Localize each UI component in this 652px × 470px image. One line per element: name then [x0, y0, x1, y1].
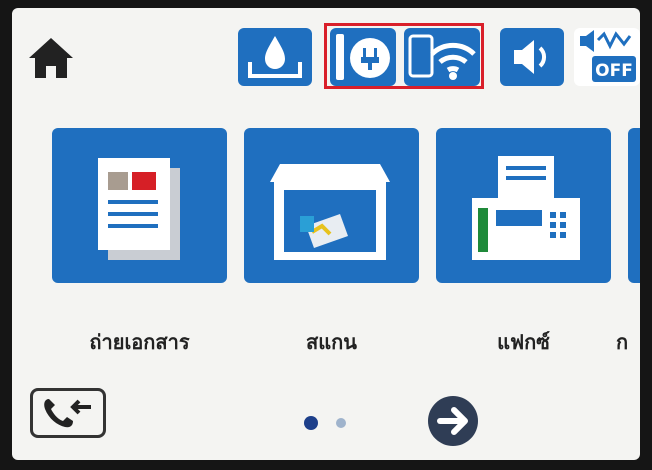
- fax-tile[interactable]: [436, 128, 611, 283]
- ink-level-button[interactable]: [238, 28, 312, 86]
- copy-label: ถ่ายเอกสาร: [89, 330, 190, 354]
- wifi-direct-status-button[interactable]: [404, 28, 480, 86]
- device-bezel: OFF ถ่ายเอกสาร สแกน แฟกซ์ ก: [0, 0, 652, 470]
- ink-level-icon: [248, 36, 302, 78]
- quiet-mode-button[interactable]: OFF: [574, 28, 640, 86]
- fax-label: แฟกซ์: [497, 330, 550, 354]
- fax-log-button[interactable]: [30, 388, 106, 438]
- more-label: ก: [616, 330, 629, 354]
- ethernet-icon: [336, 34, 390, 80]
- next-arrow-icon: [437, 407, 468, 435]
- wifi-direct-icon: [408, 34, 476, 80]
- fax-log-icon: [44, 399, 91, 428]
- sound-icon: [514, 40, 547, 74]
- next-page-button[interactable]: [428, 396, 478, 446]
- page-indicator-dot: [336, 418, 346, 428]
- quiet-mode-off-icon: OFF: [580, 30, 636, 82]
- ethernet-status-button[interactable]: [330, 28, 396, 86]
- home-button[interactable]: [26, 34, 76, 84]
- scan-label: สแกน: [306, 330, 357, 354]
- printer-screen: OFF ถ่ายเอกสาร สแกน แฟกซ์ ก: [12, 8, 640, 460]
- scan-icon: [270, 164, 390, 260]
- home-icon: [29, 38, 73, 78]
- quiet-mode-off-label: OFF: [595, 61, 633, 81]
- more-tile[interactable]: [628, 128, 640, 283]
- page-indicator-dot-active: [304, 416, 318, 430]
- sound-button[interactable]: [500, 28, 564, 86]
- fax-icon: [472, 156, 580, 260]
- copy-icon: [98, 158, 180, 260]
- scan-tile[interactable]: [244, 128, 419, 283]
- copy-tile[interactable]: [52, 128, 227, 283]
